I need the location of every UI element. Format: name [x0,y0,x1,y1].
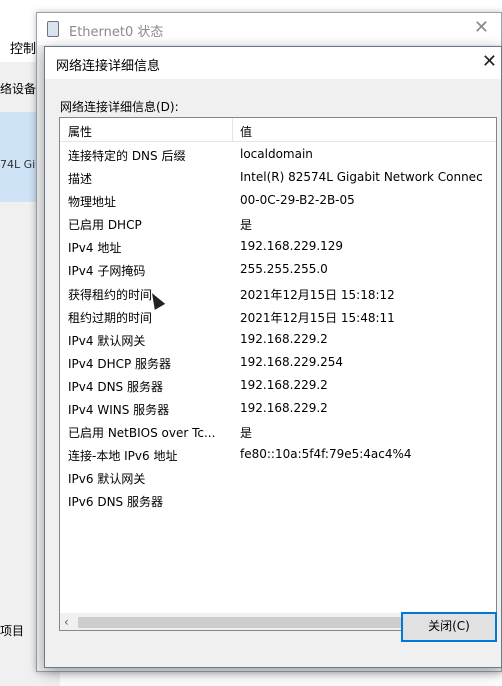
row-value: 192.168.229.2 [240,331,328,346]
column-header-property[interactable]: 属性 [68,123,92,140]
listview-rows: 连接特定的 DNS 后缀 localdomain 描述 Intel(R) 82574… [60,144,496,514]
dialog-title: 网络连接详细信息 [56,59,161,74]
table-row[interactable]: 获得租约的时间 2021年12月15日 15:18:12 [60,283,496,306]
row-value: 192.168.229.2 [240,401,328,416]
background-items-label: 项目 [0,624,25,638]
row-value: localdomain [240,147,313,161]
scroll-left-icon[interactable]: ‹ [64,615,69,629]
table-row[interactable]: IPv4 DHCP 服务器 192.168.229.254 [60,352,496,375]
row-property: 已启用 DHCP [68,218,142,233]
details-group-label: 网络连接详细信息(D): [60,100,179,114]
row-value: 2021年12月15日 15:48:11 [240,310,395,325]
table-row[interactable]: 已启用 NetBIOS over Tc... 是 [60,421,496,444]
row-value: 255.255.255.0 [240,262,328,277]
network-adapter-icon [47,21,59,37]
row-property: IPv4 DNS 服务器 [68,379,163,394]
row-value: 192.168.229.2 [240,377,328,392]
row-property: IPv4 地址 [68,241,122,256]
table-row[interactable]: IPv4 WINS 服务器 192.168.229.2 [60,398,496,421]
status-window-title: Ethernet0 状态 [69,25,164,40]
column-separator[interactable] [232,118,233,142]
row-value: 2021年12月15日 15:18:12 [240,287,395,302]
row-property: 连接特定的 DNS 后缀 [68,149,186,163]
row-value: 192.168.229.129 [240,239,344,254]
background-menu-label[interactable]: 控制 [10,38,36,57]
status-window-close-icon[interactable]: ✕ [474,17,489,38]
row-value: 00-0C-29-B2-2B-05 [240,193,355,208]
table-row[interactable]: IPv4 子网掩码 255.255.255.0 [60,259,496,282]
row-property: IPv4 DHCP 服务器 [68,356,172,371]
row-property: 租约过期的时间 [68,310,153,325]
row-property: 物理地址 [68,195,117,210]
status-window-titlebar[interactable]: Ethernet0 状态 ✕ [37,13,501,45]
background-selected-adapter[interactable] [0,112,40,202]
row-property: 连接-本地 IPv6 地址 [68,449,178,464]
row-value: 192.168.229.254 [240,354,344,369]
row-property: 已启用 NetBIOS over Tc... [68,426,216,441]
details-listview[interactable]: 属性 值 连接特定的 DNS 后缀 localdomain 描述 Intel(R) … [59,117,497,631]
table-row[interactable]: 连接特定的 DNS 后缀 localdomain [60,144,496,167]
row-property: IPv6 DNS 服务器 [68,495,163,510]
row-value: fe80::10a:5f4f:79e5:4ac4%4 [240,447,412,462]
row-value: Intel(R) 82574L Gigabit Network Connec [240,170,483,185]
table-row[interactable]: IPv6 默认网关 [60,467,496,490]
table-row[interactable]: IPv6 DNS 服务器 [60,490,496,513]
table-row[interactable]: 连接-本地 IPv6 地址 fe80::10a:5f4f:79e5:4ac4%4 [60,444,496,467]
network-details-dialog: 网络连接详细信息 ✕ 网络连接详细信息(D): 属性 值 连接特定的 DNS 后… [44,46,502,668]
row-property: IPv6 默认网关 [68,472,146,487]
row-property: 描述 [68,172,93,187]
table-row[interactable]: IPv4 地址 192.168.229.129 [60,236,496,259]
row-property: IPv4 默认网关 [68,333,146,348]
listview-header: 属性 值 [60,118,496,142]
column-header-value[interactable]: 值 [240,123,252,140]
row-value: 是 [240,218,253,233]
background-devices-label: 络设备 [0,82,37,96]
row-property: IPv4 子网掩码 [68,264,146,279]
table-row[interactable]: 物理地址 00-0C-29-B2-2B-05 [60,190,496,213]
table-row[interactable]: 租约过期的时间 2021年12月15日 15:48:11 [60,306,496,329]
table-row[interactable]: 描述 Intel(R) 82574L Gigabit Network Connec [60,167,496,190]
row-value: 是 [240,426,253,441]
row-property: IPv4 WINS 服务器 [68,403,170,418]
scrollbar-thumb[interactable] [78,617,446,628]
dialog-titlebar[interactable]: 网络连接详细信息 ✕ [45,47,501,79]
table-row[interactable]: 已启用 DHCP 是 [60,213,496,236]
background-adapter-label: 74L Gi [0,158,36,171]
close-button[interactable]: 关闭(C) [401,612,497,642]
table-row[interactable]: IPv4 DNS 服务器 192.168.229.2 [60,375,496,398]
table-row[interactable]: IPv4 默认网关 192.168.229.2 [60,329,496,352]
dialog-close-icon[interactable]: ✕ [482,51,497,72]
